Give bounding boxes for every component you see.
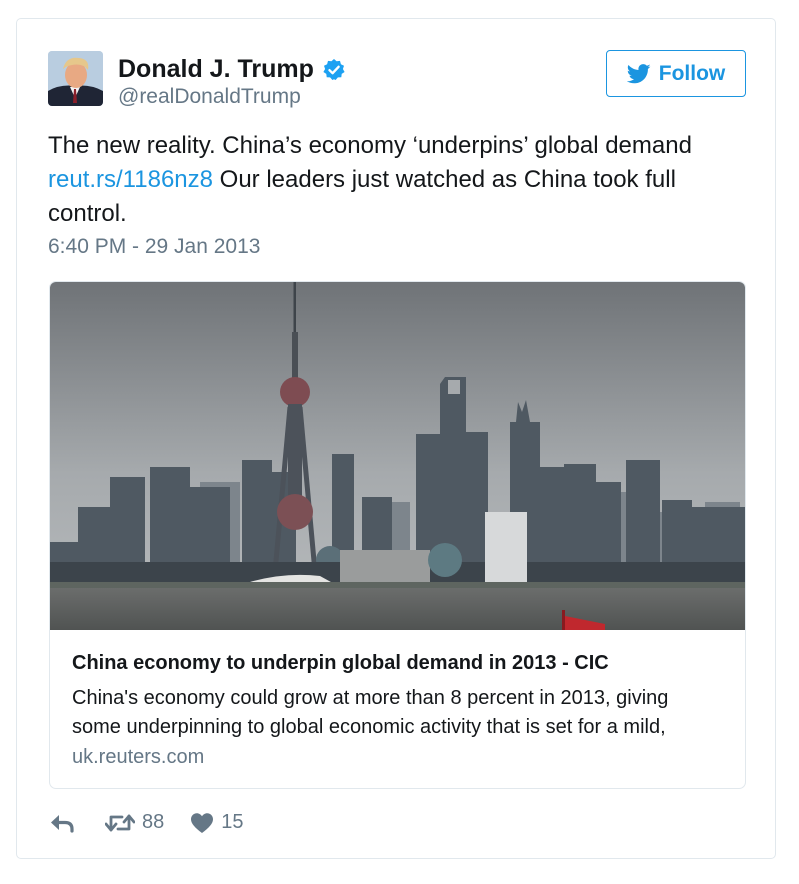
verified-badge-icon	[322, 58, 346, 82]
reply-icon	[51, 814, 74, 833]
retweet-icon	[105, 814, 135, 831]
tweet-text-part: The new reality. China’s economy ‘underp…	[48, 132, 692, 159]
retweet-button[interactable]: 88	[105, 811, 164, 834]
author-name[interactable]: Donald J. Trump	[118, 55, 314, 84]
reply-button[interactable]	[49, 812, 75, 834]
tweet-link[interactable]: reut.rs/1186nz8	[48, 166, 213, 193]
card-title: China economy to underpin global demand …	[72, 652, 609, 674]
tweet-text: The new reality. China’s economy ‘underp…	[48, 129, 738, 231]
tweet-timestamp[interactable]: 6:40 PM - 29 Jan 2013	[48, 235, 260, 259]
avatar[interactable]	[48, 51, 103, 106]
retweet-count: 88	[142, 811, 165, 833]
like-count: 15	[221, 811, 244, 833]
card-description: China's economy could grow at more than …	[72, 687, 669, 738]
link-preview-card[interactable]: China economy to underpin global demand …	[49, 281, 746, 789]
heart-icon	[191, 812, 214, 833]
card-domain: uk.reuters.com	[72, 746, 205, 768]
author-name-row: Donald J. Trump	[118, 55, 346, 84]
like-button[interactable]: 15	[190, 811, 244, 834]
tweet-actions: 88 15	[49, 811, 244, 834]
follow-button[interactable]: Follow	[606, 50, 746, 97]
follow-button-label: Follow	[658, 61, 726, 85]
tweet-card: Donald J. Trump @realDonaldTrump Follow …	[16, 18, 776, 859]
twitter-bird-icon	[626, 63, 651, 83]
city-skyline-photo	[50, 282, 745, 630]
author-handle[interactable]: @realDonaldTrump	[118, 85, 301, 109]
profile-photo	[48, 51, 103, 106]
